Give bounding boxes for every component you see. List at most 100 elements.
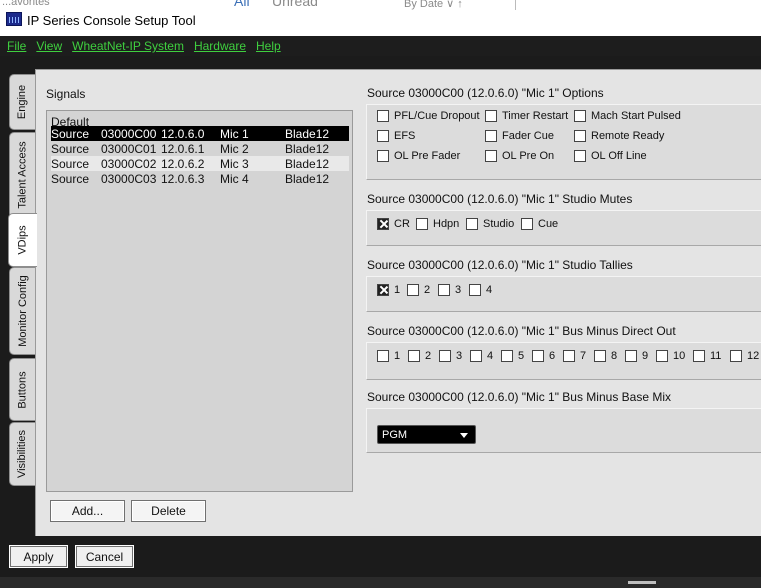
bus-direct-10-checkbox[interactable]: 10	[656, 350, 685, 362]
bus-direct-3-checkbox[interactable]: 3	[439, 350, 462, 362]
list-item[interactable]: Source 03000C00 12.0.6.0 Mic 1 Blade12	[51, 126, 349, 141]
ol-off-line-checkbox[interactable]: OL Off Line	[574, 150, 647, 162]
checkbox-box	[377, 150, 389, 162]
bus-direct-11-checkbox[interactable]: 11	[693, 350, 721, 362]
chevron-down-icon	[460, 433, 468, 438]
checkbox-label: 3	[455, 284, 462, 296]
checkbox-label: OL Pre Fader	[394, 150, 461, 162]
checkbox-label: Hdpn	[433, 218, 460, 230]
tally-4-checkbox[interactable]: 4	[469, 284, 492, 296]
checkbox-label: 2	[425, 350, 432, 362]
bus-direct-6-checkbox[interactable]: 6	[532, 350, 555, 362]
checkbox-label: Remote Ready	[591, 130, 665, 142]
timer-restart-checkbox[interactable]: Timer Restart	[485, 110, 568, 122]
ol-pre-fader-checkbox[interactable]: OL Pre Fader	[377, 150, 460, 162]
tally-3-checkbox[interactable]: 3	[438, 284, 461, 296]
bus-direct-12-checkbox[interactable]: 12	[730, 350, 759, 362]
checkbox-label: 9	[642, 350, 649, 362]
ol-pre-on-checkbox[interactable]: OL Pre On	[485, 150, 554, 162]
fader-cue-checkbox[interactable]: Fader Cue	[485, 130, 554, 142]
app-logo-icon	[6, 12, 22, 26]
pfl-cue-dropout-checkbox[interactable]: PFL/Cue Dropout	[377, 110, 480, 122]
list-item[interactable]: Source 03000C03 12.0.6.3 Mic 4 Blade12	[51, 171, 349, 186]
mute-cr-checkbox[interactable]: CR	[377, 218, 410, 230]
studio-mutes-title: Source 03000C00 (12.0.6.0) "Mic 1" Studi…	[367, 192, 633, 206]
checkbox-label: 4	[487, 350, 494, 362]
background-divider	[515, 0, 516, 10]
tab-monitor-config[interactable]: Monitor Config	[9, 267, 35, 355]
tab-vdips-label: VDips	[17, 225, 29, 255]
signal-blade: Blade12	[285, 171, 330, 186]
bus-direct-5-checkbox[interactable]: 5	[501, 350, 524, 362]
remote-ready-checkbox[interactable]: Remote Ready	[574, 130, 664, 142]
window-title: IP Series Console Setup Tool	[27, 13, 196, 28]
checkbox-box	[377, 350, 389, 362]
mach-start-pulsed-checkbox[interactable]: Mach Start Pulsed	[574, 110, 681, 122]
delete-signal-button[interactable]: Delete	[131, 500, 206, 522]
bus-direct-7-checkbox[interactable]: 7	[563, 350, 586, 362]
tab-engine[interactable]: Engine	[9, 74, 35, 130]
scrollbar-handle[interactable]	[628, 581, 656, 584]
checkbox-box-checked	[377, 284, 389, 296]
background-window-text: ...avorites	[2, 0, 50, 8]
list-item[interactable]: Source 03000C01 12.0.6.1 Mic 2 Blade12	[51, 141, 349, 156]
bus-direct-4-checkbox[interactable]: 4	[470, 350, 493, 362]
checkbox-label: 12	[747, 350, 760, 362]
menu-wheatnet-ip-system[interactable]: WheatNet-IP System	[72, 39, 184, 53]
checkbox-label: 5	[518, 350, 525, 362]
bus-direct-8-checkbox[interactable]: 8	[594, 350, 617, 362]
checkbox-label: Cue	[538, 218, 559, 230]
checkbox-label: PFL/Cue Dropout	[394, 110, 480, 122]
options-title: Source 03000C00 (12.0.6.0) "Mic 1" Optio…	[367, 86, 604, 100]
checkbox-box	[563, 350, 575, 362]
bus-direct-9-checkbox[interactable]: 9	[625, 350, 648, 362]
menu-bar: File View WheatNet-IP System Hardware He…	[0, 36, 761, 56]
bus-direct-1-checkbox[interactable]: 1	[377, 350, 400, 362]
tally-1-checkbox[interactable]: 1	[377, 284, 400, 296]
tab-talent-access[interactable]: Talent Access	[9, 132, 35, 218]
signal-blade: Blade12	[285, 141, 330, 156]
base-mix-select[interactable]: PGM	[377, 425, 476, 444]
signal-ip: 12.0.6.0	[161, 126, 205, 141]
list-item[interactable]: Source 03000C02 12.0.6.2 Mic 3 Blade12	[51, 156, 349, 171]
checkbox-box	[416, 218, 428, 230]
signal-name: Mic 1	[220, 126, 249, 141]
checkbox-label: 11	[710, 350, 722, 362]
checkbox-label: Fader Cue	[502, 130, 554, 142]
checkbox-box	[501, 350, 513, 362]
apply-button[interactable]: Apply	[9, 545, 68, 568]
signal-blade: Blade12	[285, 126, 330, 141]
checkbox-label: 1	[394, 350, 401, 362]
checkbox-label: EFS	[394, 130, 416, 142]
tab-vdips[interactable]: VDips	[8, 213, 37, 267]
menu-help[interactable]: Help	[256, 39, 281, 53]
efs-checkbox[interactable]: EFS	[377, 130, 415, 142]
tab-visibilities[interactable]: Visibilities	[9, 422, 35, 486]
checkbox-label: 6	[549, 350, 556, 362]
checkbox-box	[693, 350, 705, 362]
menu-hardware[interactable]: Hardware	[194, 39, 246, 53]
checkbox-box	[438, 284, 450, 296]
mute-cue-checkbox[interactable]: Cue	[521, 218, 558, 230]
cancel-button[interactable]: Cancel	[75, 545, 134, 568]
add-signal-button[interactable]: Add...	[50, 500, 125, 522]
signal-ip: 12.0.6.1	[161, 141, 205, 156]
checkbox-label: OL Off Line	[591, 150, 647, 162]
title-bar: ...avorites All Unread By Date ∨ ↑ IP Se…	[0, 0, 761, 36]
signals-list[interactable]: Default Source 03000C00 12.0.6.0 Mic 1 B…	[46, 110, 353, 492]
checkbox-box	[377, 130, 389, 142]
menu-view[interactable]: View	[36, 39, 62, 53]
menu-file-label: File	[7, 39, 27, 53]
menu-file[interactable]: File	[7, 39, 26, 53]
mute-hdpn-checkbox[interactable]: Hdpn	[416, 218, 459, 230]
mute-studio-checkbox[interactable]: Studio	[466, 218, 514, 230]
signal-ip: 12.0.6.2	[161, 156, 205, 171]
tab-buttons[interactable]: Buttons	[9, 358, 35, 421]
signal-name: Mic 2	[220, 141, 249, 156]
checkbox-box	[466, 218, 478, 230]
bus-direct-2-checkbox[interactable]: 2	[408, 350, 431, 362]
tally-2-checkbox[interactable]: 2	[407, 284, 430, 296]
checkbox-box	[730, 350, 742, 362]
signal-type: Source	[51, 171, 90, 186]
tab-engine-label: Engine	[16, 84, 29, 120]
